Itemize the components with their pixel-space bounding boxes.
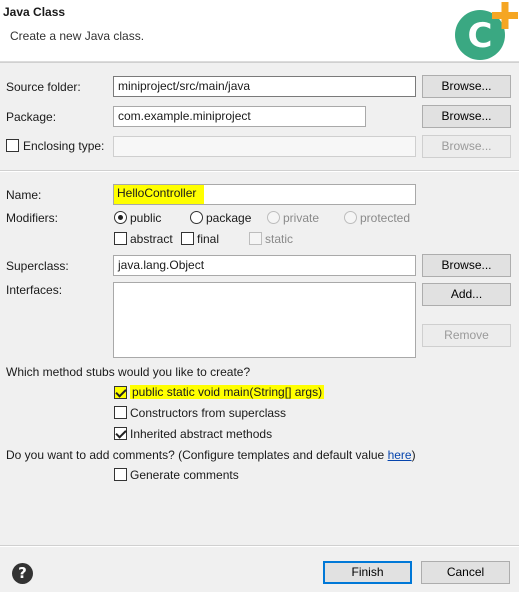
name-field[interactable]: HelloController — [113, 184, 416, 205]
abstract-checkbox-label: abstract — [130, 232, 173, 246]
method-stubs-question: Which method stubs would you like to cre… — [6, 365, 251, 379]
name-label: Name: — [6, 188, 42, 202]
private-radio-label: private — [283, 211, 320, 225]
interfaces-list[interactable] — [113, 282, 416, 358]
comments-question: Do you want to add comments? (Configure … — [6, 448, 416, 462]
package-radio[interactable] — [190, 211, 203, 224]
enclosing-type-field[interactable] — [113, 136, 416, 157]
section-separator-highlight — [0, 171, 519, 172]
public-radio-label: public — [130, 211, 162, 225]
enclosing-type-label: Enclosing type: — [23, 139, 105, 153]
final-checkbox-label: final — [197, 232, 220, 246]
modifiers-label: Modifiers: — [6, 211, 59, 225]
package-browse-button[interactable]: Browse... — [422, 105, 511, 128]
interfaces-remove-button[interactable]: Remove — [422, 324, 511, 347]
package-field[interactable]: com.example.miniproject — [113, 106, 366, 127]
interfaces-add-button[interactable]: Add... — [422, 283, 511, 306]
constructors-checkbox[interactable] — [114, 406, 127, 419]
superclass-field[interactable]: java.lang.Object — [113, 255, 416, 276]
source-folder-browse-button[interactable]: Browse... — [422, 75, 511, 98]
superclass-browse-button[interactable]: Browse... — [422, 254, 511, 277]
source-folder-label: Source folder: — [6, 80, 81, 94]
svg-text:C: C — [468, 16, 493, 56]
finish-button[interactable]: Finish — [323, 561, 412, 584]
comments-question-suffix: ) — [411, 448, 416, 462]
generate-comments-label: Generate comments — [130, 468, 239, 482]
superclass-label: Superclass: — [6, 259, 69, 273]
package-radio-label: package — [206, 211, 252, 225]
footer-separator-highlight — [0, 546, 519, 547]
name-value: HelloController — [114, 185, 205, 204]
cancel-button[interactable]: Cancel — [421, 561, 510, 584]
configure-templates-link[interactable]: here — [388, 448, 412, 462]
enclosing-type-browse-button[interactable]: Browse... — [422, 135, 511, 158]
inherited-methods-checkbox[interactable] — [114, 427, 127, 440]
dialog-title: Java Class — [3, 5, 66, 19]
public-radio[interactable] — [114, 211, 127, 224]
dialog-header: Java Class Create a new Java class. C — [0, 0, 519, 62]
protected-radio[interactable] — [344, 211, 357, 224]
main-method-label: public static void main(String[] args) — [130, 385, 325, 399]
interfaces-label: Interfaces: — [6, 283, 63, 297]
protected-radio-label: protected — [360, 211, 411, 225]
main-method-label-wrap: public static void main(String[] args) — [127, 384, 327, 401]
header-separator — [0, 62, 519, 63]
static-checkbox[interactable] — [249, 232, 262, 245]
final-checkbox[interactable] — [181, 232, 194, 245]
generate-comments-checkbox[interactable] — [114, 468, 127, 481]
enclosing-type-checkbox[interactable] — [6, 139, 19, 152]
static-checkbox-label: static — [265, 232, 294, 246]
new-class-plus-icon: C — [455, 2, 518, 60]
main-method-checkbox[interactable] — [114, 386, 127, 399]
inherited-methods-label: Inherited abstract methods — [130, 427, 273, 441]
abstract-checkbox[interactable] — [114, 232, 127, 245]
package-label: Package: — [6, 110, 57, 124]
dialog-subtitle: Create a new Java class. — [10, 29, 145, 43]
help-icon[interactable]: ? — [12, 563, 33, 584]
comments-question-text: Do you want to add comments? (Configure … — [6, 448, 388, 462]
source-folder-field[interactable]: miniproject/src/main/java — [113, 76, 416, 97]
private-radio[interactable] — [267, 211, 280, 224]
constructors-label: Constructors from superclass — [130, 406, 287, 420]
